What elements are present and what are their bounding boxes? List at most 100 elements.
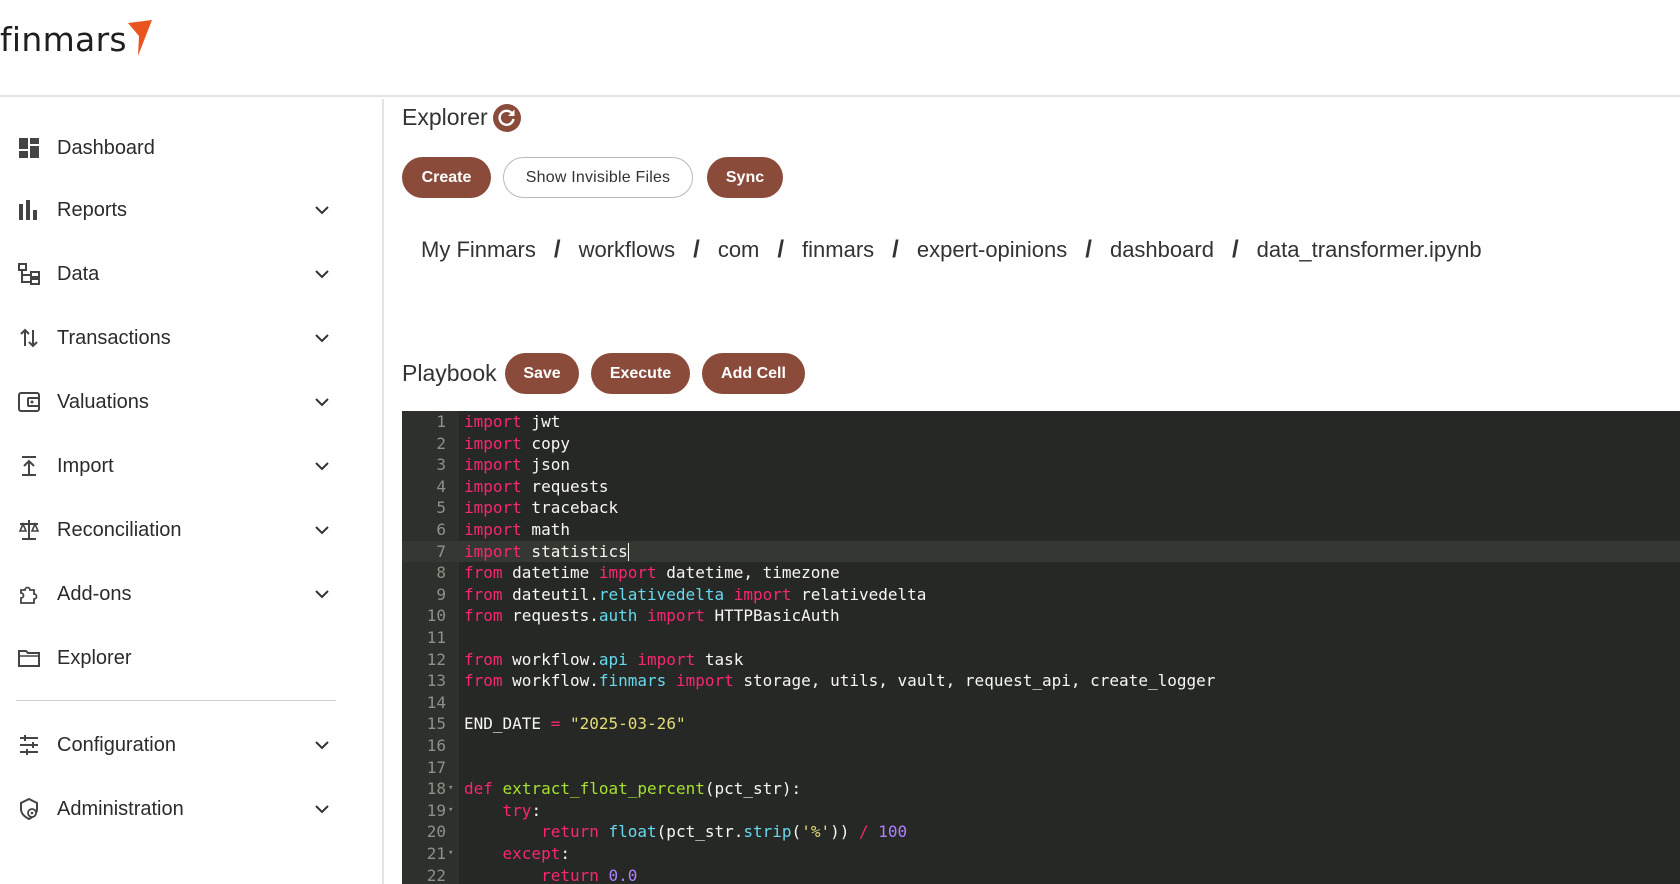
sidebar-divider: [16, 700, 336, 701]
code-line[interactable]: 4 import requests: [402, 476, 1680, 498]
chevron-down-icon[interactable]: [310, 326, 334, 350]
fold-toggle-icon[interactable]: ▾: [448, 800, 453, 822]
sidebar-item-label: Data: [57, 262, 100, 285]
code-line[interactable]: 5 import traceback: [402, 497, 1680, 519]
code-line[interactable]: 3 import json: [402, 454, 1680, 476]
create-button[interactable]: Create: [402, 157, 491, 198]
code-line[interactable]: 22 return 0.0: [402, 865, 1680, 884]
breadcrumb-item[interactable]: dashboard: [1110, 237, 1214, 263]
code-line[interactable]: 9 from dateutil.relativedelta import rela…: [402, 584, 1680, 606]
code-line[interactable]: 21 ▾ except:: [402, 843, 1680, 865]
save-button[interactable]: Save: [505, 353, 579, 394]
main-content: Explorer Create Show Invisible Files Syn…: [386, 99, 1680, 884]
chevron-down-icon[interactable]: [310, 390, 334, 414]
code-text: import traceback: [464, 498, 619, 518]
sidebar-item-explorer[interactable]: Explorer: [16, 636, 336, 680]
sidebar-item-reconciliation[interactable]: Reconciliation: [16, 508, 336, 552]
chevron-down-icon[interactable]: [310, 454, 334, 478]
line-number: 20: [426, 822, 446, 842]
code-text: from workflow.api import task: [464, 649, 744, 669]
breadcrumb-separator: /: [892, 236, 899, 263]
logo-text: finmars: [0, 20, 127, 59]
folder-icon: [16, 645, 42, 671]
breadcrumb-item[interactable]: expert-opinions: [917, 237, 1067, 263]
code-line[interactable]: 1 import jwt: [402, 411, 1680, 433]
code-line[interactable]: 12 from workflow.api import task: [402, 649, 1680, 671]
code-line[interactable]: 20 return float(pct_str.strip('%')) / 10…: [402, 821, 1680, 843]
sync-button[interactable]: Sync: [707, 157, 783, 198]
chevron-down-icon[interactable]: [310, 797, 334, 821]
breadcrumb-current-file[interactable]: data_transformer.ipynb: [1257, 237, 1482, 263]
breadcrumb-item[interactable]: workflows: [579, 237, 676, 263]
fold-toggle-icon[interactable]: ▾: [448, 778, 453, 800]
puzzle-icon: [16, 581, 42, 607]
code-text: from datetime import datetime, timezone: [464, 563, 840, 583]
code-line[interactable]: 15 END_DATE = "2025-03-26": [402, 713, 1680, 735]
code-line[interactable]: 11: [402, 627, 1680, 649]
sidebar-item-import[interactable]: Import: [16, 444, 336, 488]
add-cell-button[interactable]: Add Cell: [702, 353, 805, 394]
code-text: import copy: [464, 433, 570, 453]
sidebar-item-configuration[interactable]: Configuration: [16, 723, 336, 767]
finmars-logo[interactable]: finmars: [0, 20, 152, 60]
data-tree-icon: [16, 261, 42, 287]
sliders-icon: [16, 732, 42, 758]
logo-mark-icon: [127, 20, 152, 56]
line-number: 14: [426, 692, 446, 712]
line-number: 18: [426, 779, 446, 799]
code-line[interactable]: 19 ▾ try:: [402, 800, 1680, 822]
sidebar-item-data[interactable]: Data: [16, 252, 336, 296]
code-line[interactable]: 10 from requests.auth import HTTPBasicAut…: [402, 605, 1680, 627]
execute-button[interactable]: Execute: [591, 353, 690, 394]
code-line[interactable]: 13 from workflow.finmars import storage, …: [402, 670, 1680, 692]
show-invisible-files-button[interactable]: Show Invisible Files: [503, 157, 693, 198]
code-line[interactable]: 16: [402, 735, 1680, 757]
sidebar-item-dashboard[interactable]: Dashboard: [16, 126, 336, 170]
code-text: from dateutil.relativedelta import relat…: [464, 584, 927, 604]
chevron-down-icon[interactable]: [310, 582, 334, 606]
playbook-title: Playbook: [402, 360, 497, 386]
sidebar-item-add-ons[interactable]: Add-ons: [16, 572, 336, 616]
code-line[interactable]: 6 import math: [402, 519, 1680, 541]
swap-vertical-icon: [16, 325, 42, 351]
code-line[interactable]: 17: [402, 757, 1680, 779]
line-number: 8: [436, 563, 446, 583]
chevron-down-icon[interactable]: [310, 198, 334, 222]
code-line[interactable]: 14: [402, 692, 1680, 714]
code-line[interactable]: 18 ▾ def extract_float_percent(pct_str):: [402, 778, 1680, 800]
code-line[interactable]: 2 import copy: [402, 433, 1680, 455]
sidebar-item-label: Transactions: [57, 326, 171, 349]
breadcrumb-separator: /: [553, 236, 561, 263]
code-line[interactable]: 7 import statistics: [402, 540, 1680, 563]
fold-toggle-icon[interactable]: ▾: [448, 843, 453, 865]
sidebar-item-transactions[interactable]: Transactions: [16, 316, 336, 360]
code-text: import requests: [464, 476, 609, 496]
breadcrumb-item[interactable]: finmars: [802, 237, 874, 263]
admin-gear-icon: [16, 796, 42, 822]
refresh-icon[interactable]: [493, 104, 521, 132]
line-number: 19: [426, 800, 446, 820]
code-text: END_DATE = "2025-03-26": [464, 714, 686, 734]
chevron-down-icon[interactable]: [310, 518, 334, 542]
sidebar-item-label: Add-ons: [57, 582, 132, 605]
sidebar-item-reports[interactable]: Reports: [16, 188, 336, 232]
line-number: 4: [436, 476, 446, 496]
line-number: 12: [426, 649, 446, 669]
line-number: 10: [426, 606, 446, 626]
code-editor[interactable]: 1 import jwt 2 import copy 3 import json 4 impo…: [402, 411, 1680, 884]
line-number: 15: [426, 714, 446, 734]
breadcrumb-item[interactable]: com: [718, 237, 760, 263]
line-number: 3: [436, 455, 446, 475]
explorer-title: Explorer: [402, 104, 488, 130]
line-number: 16: [426, 736, 446, 755]
sidebar-item-valuations[interactable]: Valuations: [16, 380, 336, 424]
breadcrumb-separator: /: [693, 236, 700, 263]
sidebar-item-label: Valuations: [57, 390, 149, 413]
chevron-down-icon[interactable]: [310, 262, 334, 286]
sidebar-item-administration[interactable]: Administration: [16, 787, 336, 831]
sidebar-item-label: Import: [57, 454, 114, 477]
chevron-down-icon[interactable]: [310, 733, 334, 757]
sidebar-item-label: Dashboard: [57, 136, 155, 159]
breadcrumb-item[interactable]: My Finmars: [421, 237, 536, 263]
code-line[interactable]: 8 from datetime import datetime, timezone: [402, 562, 1680, 584]
